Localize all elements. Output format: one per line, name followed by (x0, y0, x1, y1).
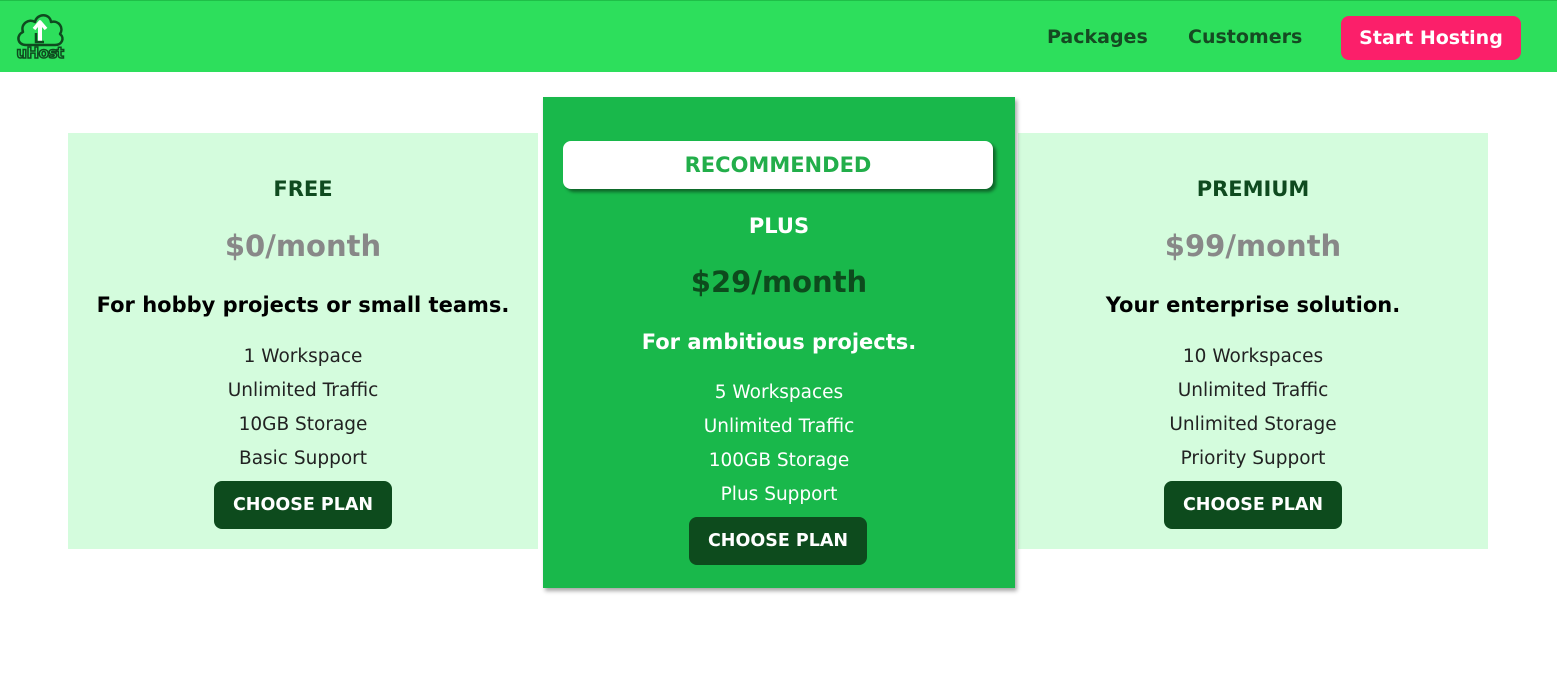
plan-price: $99/month (1164, 229, 1342, 263)
feature-item: Unlimited Storage (1169, 414, 1337, 435)
feature-item: Basic Support (239, 448, 367, 469)
feature-item: Unlimited Traffic (1177, 380, 1329, 401)
plan-price: $29/month (690, 265, 868, 299)
choose-plan-free-button[interactable]: CHOOSE PLAN (214, 481, 392, 529)
logo[interactable]: uHost (14, 11, 66, 65)
plan-price: $0/month (224, 229, 382, 263)
feature-item: Unlimited Traffic (227, 380, 379, 401)
header: uHost Packages Customers Start Hosting (0, 0, 1557, 72)
recommended-badge: RECOMMENDED (563, 141, 993, 189)
plan-title: PLUS (748, 214, 810, 238)
feature-list: 5 Workspaces Unlimited Traffic 100GB Sto… (543, 376, 1015, 512)
choose-plan-plus-button[interactable]: CHOOSE PLAN (689, 517, 867, 565)
start-hosting-button[interactable]: Start Hosting (1341, 16, 1521, 60)
feature-item: Plus Support (720, 484, 838, 505)
plan-card-premium: PREMIUM $99/month Your enterprise soluti… (1018, 133, 1488, 549)
feature-item: 100GB Storage (708, 450, 850, 471)
plan-description: For ambitious projects. (641, 330, 917, 354)
nav-packages-link[interactable]: Packages (1047, 15, 1148, 59)
plan-title: PREMIUM (1196, 177, 1310, 201)
feature-item: 10 Workspaces (1182, 346, 1324, 367)
plan-title: FREE (273, 177, 333, 201)
feature-item: 5 Workspaces (714, 382, 844, 403)
choose-plan-premium-button[interactable]: CHOOSE PLAN (1164, 481, 1342, 529)
feature-item: 1 Workspace (243, 346, 363, 367)
feature-list: 10 Workspaces Unlimited Traffic Unlimite… (1018, 340, 1488, 476)
logo-text: uHost (16, 43, 65, 63)
plan-card-plus: RECOMMENDED PLUS $29/month For ambitious… (543, 97, 1015, 588)
plan-description: Your enterprise solution. (1105, 293, 1401, 317)
feature-list: 1 Workspace Unlimited Traffic 10GB Stora… (68, 340, 538, 476)
feature-item: Unlimited Traffic (703, 416, 855, 437)
plan-card-free: FREE $0/month For hobby projects or smal… (68, 133, 538, 549)
plan-description: For hobby projects or small teams. (96, 293, 510, 317)
feature-item: Priority Support (1180, 448, 1326, 469)
nav-customers-link[interactable]: Customers (1188, 15, 1302, 59)
feature-item: 10GB Storage (238, 414, 368, 435)
